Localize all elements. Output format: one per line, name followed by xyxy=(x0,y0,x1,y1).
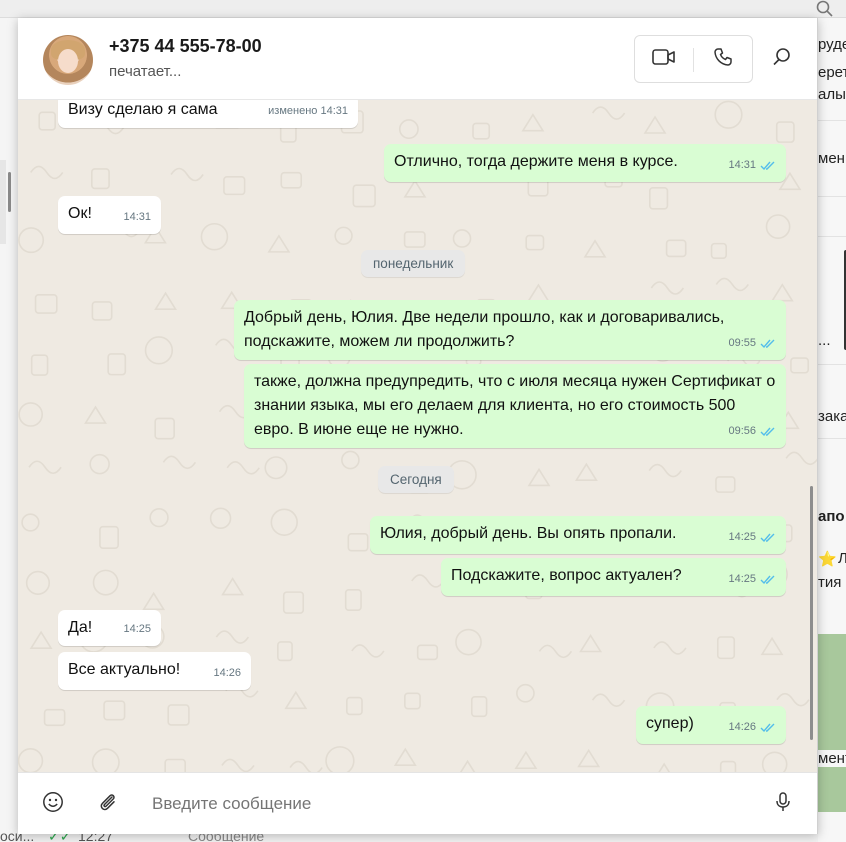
message-time: 14:25 xyxy=(728,531,756,543)
message-time: 14:26 xyxy=(728,721,756,733)
message-input[interactable] xyxy=(152,791,752,817)
typing-status: печатает... xyxy=(109,63,182,80)
background-top-bar xyxy=(0,0,846,18)
message-time: изменено 14:31 xyxy=(268,105,348,117)
bg-fragment: руде xyxy=(818,36,846,53)
phone-icon xyxy=(713,47,733,72)
message-meta: изменено 14:31 xyxy=(268,99,348,123)
read-double-check-icon xyxy=(760,339,775,348)
background-left-rail xyxy=(0,160,6,244)
contact-name[interactable]: +375 44 555-78-00 xyxy=(109,36,262,57)
bg-fragment: зака xyxy=(818,408,846,425)
message-list[interactable]: Визу сделаю я сама изменено 14:31 Отличн… xyxy=(18,94,817,772)
bg-fragment: мент xyxy=(818,750,846,767)
bg-fragment: ерет xyxy=(818,64,846,81)
message-bubble-outgoing[interactable]: также, должна предупредить, что с июля м… xyxy=(244,364,786,448)
read-double-check-icon xyxy=(760,575,775,584)
smiley-icon xyxy=(42,791,64,818)
message-text: Подскажите, вопрос актуален? xyxy=(451,567,682,584)
message-meta: 14:25 xyxy=(123,617,151,641)
message-bubble-outgoing[interactable]: Отлично, тогда держите меня в курсе. 14:… xyxy=(384,144,786,182)
chat-window: +375 44 555-78-00 печатает... Визу сдела… xyxy=(18,18,818,834)
message-meta: 14:31 xyxy=(123,205,151,229)
voice-call-button[interactable] xyxy=(694,36,752,82)
message-time: 09:55 xyxy=(728,337,756,349)
avatar[interactable] xyxy=(43,35,93,85)
emoji-button[interactable] xyxy=(41,791,65,818)
search-button[interactable] xyxy=(770,47,794,71)
bg-fragment: алы xyxy=(818,86,846,103)
message-time: 14:25 xyxy=(728,573,756,585)
message-bubble-incoming[interactable]: Да! 14:25 xyxy=(58,610,161,646)
read-double-check-icon xyxy=(760,161,775,170)
video-camera-icon xyxy=(652,48,676,71)
message-meta: 14:25 xyxy=(728,525,776,549)
message-bubble-incoming[interactable]: Все актуально! 14:26 xyxy=(58,652,251,690)
message-time: 14:25 xyxy=(123,623,151,635)
message-meta: 09:55 xyxy=(728,331,776,355)
read-double-check-icon xyxy=(760,427,775,436)
search-icon xyxy=(772,47,792,72)
day-separator: Сегодня xyxy=(378,466,454,493)
message-bubble-outgoing[interactable]: Юлия, добрый день. Вы опять пропали. 14:… xyxy=(370,516,786,554)
message-meta: 14:26 xyxy=(728,715,776,739)
message-composer xyxy=(18,772,817,834)
star-icon: ⭐ xyxy=(818,551,837,568)
message-meta: 14:31 xyxy=(728,153,776,177)
call-button-group xyxy=(634,35,753,83)
message-meta: 14:26 xyxy=(213,661,241,685)
message-time: 14:31 xyxy=(123,211,151,223)
voice-message-button[interactable] xyxy=(771,791,795,818)
attach-button[interactable] xyxy=(95,792,119,816)
background-left-scrollbar[interactable] xyxy=(8,172,11,212)
message-time: 09:56 xyxy=(728,425,756,437)
message-time: 14:31 xyxy=(728,159,756,171)
message-bubble-incoming[interactable]: Ок! 14:31 xyxy=(58,196,161,234)
message-bubble-outgoing[interactable]: супер) 14:26 xyxy=(636,706,786,744)
chat-scrollbar[interactable] xyxy=(810,486,813,740)
chat-header: +375 44 555-78-00 печатает... xyxy=(18,18,817,100)
message-bubble-outgoing[interactable]: Добрый день, Юлия. Две недели прошло, ка… xyxy=(234,300,786,360)
paperclip-icon xyxy=(96,791,118,818)
background-left-panel xyxy=(0,18,18,836)
message-text: Юлия, добрый день. Вы опять пропали. xyxy=(380,525,677,542)
day-separator: понедельник xyxy=(361,250,466,277)
read-double-check-icon xyxy=(760,723,775,732)
bg-fragment: Л xyxy=(838,550,846,567)
read-double-check-icon xyxy=(760,533,775,542)
message-text: также, должна предупредить, что с июля м… xyxy=(254,373,776,438)
message-meta: 09:56 xyxy=(728,419,776,443)
video-call-button[interactable] xyxy=(635,36,693,82)
message-text: Отлично, тогда держите меня в курсе. xyxy=(394,153,678,170)
bg-fragment: апо xyxy=(818,508,845,525)
bg-fragment: мен xyxy=(818,150,845,167)
message-bubble-outgoing[interactable]: Подскажите, вопрос актуален? 14:25 xyxy=(441,558,786,596)
microphone-icon xyxy=(773,791,793,818)
bg-fragment: ... xyxy=(818,332,831,349)
message-time: 14:26 xyxy=(213,667,241,679)
message-text: Добрый день, Юлия. Две недели прошло, ка… xyxy=(244,309,725,350)
background-chat-list-fragment: руде ерет алы мен ... зака апо ⭐ Л тия м… xyxy=(818,18,846,842)
message-meta: 14:25 xyxy=(728,567,776,591)
bg-fragment: тия xyxy=(818,574,842,591)
